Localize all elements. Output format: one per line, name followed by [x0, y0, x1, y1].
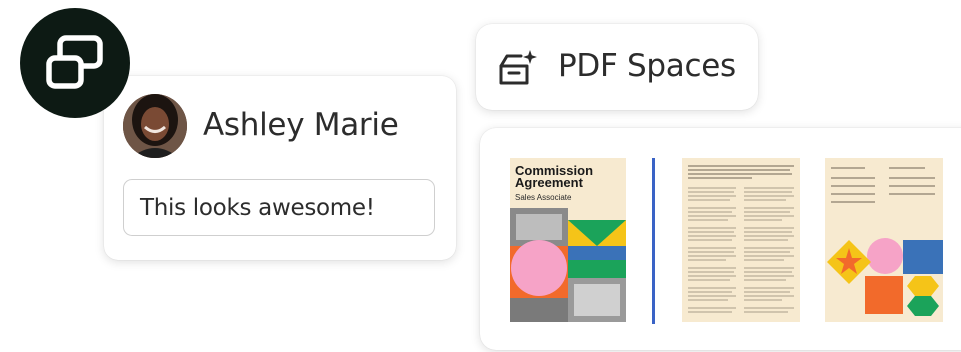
- sparkle-box-icon: [499, 50, 537, 85]
- pdf-spaces-label: PDF Spaces: [558, 48, 736, 84]
- document-signature-page: [827, 167, 943, 316]
- document-thumbnail-2[interactable]: [682, 158, 800, 322]
- page-divider: [652, 158, 655, 324]
- pdf-spaces-button[interactable]: PDF Spaces: [476, 24, 758, 110]
- document-thumbnail-3[interactable]: [825, 158, 943, 322]
- document-cover-art: [510, 208, 626, 322]
- document-text-page: [688, 165, 794, 313]
- author-name: Ashley Marie: [203, 107, 399, 143]
- document-thumbnail-1[interactable]: Commission Agreement Sales Associate: [510, 158, 626, 322]
- comment-card: Ashley Marie This looks awesome!: [104, 76, 456, 260]
- avatar: [123, 94, 187, 158]
- document-preview-panel: Commission Agreement Sales Associate: [480, 128, 961, 350]
- comment-text[interactable]: This looks awesome!: [123, 179, 435, 236]
- stacked-windows-icon: [46, 35, 103, 89]
- app-badge[interactable]: [20, 8, 130, 118]
